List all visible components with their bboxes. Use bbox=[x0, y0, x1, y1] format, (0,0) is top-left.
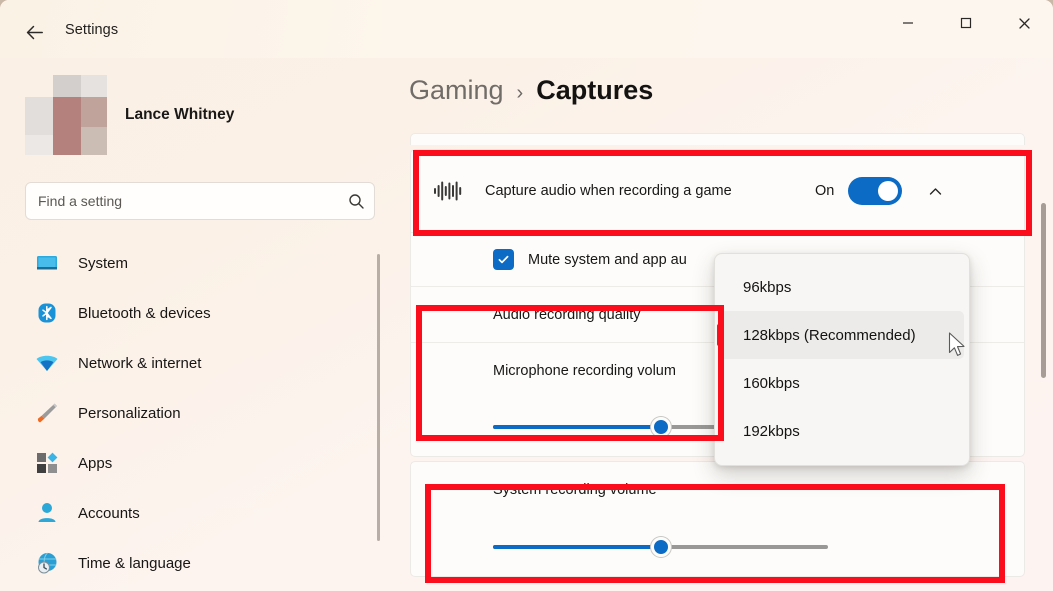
sidebar-item-accounts[interactable]: Accounts bbox=[0, 488, 400, 538]
content-scrollbar[interactable] bbox=[1041, 203, 1046, 378]
maximize-button[interactable] bbox=[937, 0, 995, 46]
window-controls bbox=[879, 0, 1053, 46]
sidebar-item-label: Accounts bbox=[78, 504, 140, 522]
monitor-icon bbox=[34, 250, 60, 276]
sidebar-item-label: Personalization bbox=[78, 404, 181, 422]
apps-grid-icon bbox=[34, 450, 60, 476]
capture-audio-label: Capture audio when recording a game bbox=[485, 182, 732, 199]
breadcrumb-separator-icon: › bbox=[516, 82, 524, 104]
bluetooth-icon bbox=[34, 300, 60, 326]
account-header[interactable]: Lance Whitney bbox=[25, 75, 234, 155]
chevron-up-icon[interactable] bbox=[924, 180, 946, 202]
sidebar: Lance Whitney System bbox=[0, 58, 400, 591]
dropdown-option-label: 192kbps bbox=[743, 422, 800, 440]
audio-quality-dropdown: 96kbps 128kbps (Recommended) 160kbps 192… bbox=[714, 253, 970, 466]
dropdown-option-label: 128kbps (Recommended) bbox=[743, 326, 916, 344]
sidebar-item-personalization[interactable]: Personalization bbox=[0, 388, 400, 438]
system-volume-label: System recording volume bbox=[493, 482, 657, 498]
slider-thumb[interactable] bbox=[650, 537, 671, 557]
system-volume-card: System recording volume bbox=[410, 461, 1025, 577]
checkmark-icon bbox=[498, 255, 509, 264]
capture-audio-toggle[interactable] bbox=[848, 177, 903, 205]
dropdown-option-label: 96kbps bbox=[743, 278, 792, 296]
audio-quality-label: Audio recording quality bbox=[493, 306, 641, 323]
breadcrumb: Gaming › Captures bbox=[409, 75, 653, 106]
sidebar-item-label: System bbox=[78, 254, 129, 272]
system-volume-slider-row bbox=[411, 518, 1024, 576]
search-box[interactable] bbox=[25, 182, 375, 220]
person-icon bbox=[34, 500, 60, 526]
avatar bbox=[25, 75, 107, 155]
search-input[interactable] bbox=[26, 193, 338, 209]
sidebar-nav: System Bluetooth & devices Network & int… bbox=[0, 238, 400, 591]
account-name: Lance Whitney bbox=[125, 106, 235, 123]
dropdown-option[interactable]: 96kbps bbox=[720, 263, 964, 311]
dropdown-option[interactable]: 192kbps bbox=[720, 407, 964, 455]
sidebar-item-label: Apps bbox=[78, 454, 113, 472]
breadcrumb-parent[interactable]: Gaming bbox=[409, 75, 504, 106]
system-volume-row: System recording volume bbox=[411, 462, 1024, 518]
mute-system-label: Mute system and app au bbox=[528, 251, 687, 268]
sidebar-item-label: Time & language bbox=[78, 554, 191, 572]
window-title: Settings bbox=[65, 22, 119, 38]
sidebar-item-label: Network & internet bbox=[78, 354, 202, 372]
system-volume-slider[interactable] bbox=[493, 537, 828, 557]
sidebar-item-label: Bluetooth & devices bbox=[78, 304, 211, 322]
mute-system-checkbox[interactable] bbox=[493, 249, 514, 270]
audio-waveform-icon bbox=[428, 176, 468, 206]
sidebar-item-bluetooth-devices[interactable]: Bluetooth & devices bbox=[0, 288, 400, 338]
mouse-cursor bbox=[948, 332, 967, 364]
toggle-state-text: On bbox=[815, 183, 835, 199]
sidebar-item-network-internet[interactable]: Network & internet bbox=[0, 338, 400, 388]
dropdown-option-selected[interactable]: 128kbps (Recommended) bbox=[717, 311, 964, 359]
page-title: Captures bbox=[536, 75, 654, 105]
clock-globe-icon bbox=[34, 550, 60, 576]
sidebar-item-time-language[interactable]: Time & language bbox=[0, 538, 400, 588]
search-icon[interactable] bbox=[338, 183, 374, 219]
sidebar-item-system[interactable]: System bbox=[0, 238, 400, 288]
dropdown-option[interactable]: 160kbps bbox=[720, 359, 964, 407]
back-arrow-icon[interactable] bbox=[18, 17, 50, 47]
card-above-peek bbox=[410, 133, 1025, 145]
minimize-button[interactable] bbox=[879, 0, 937, 46]
capture-audio-row[interactable]: Capture audio when recording a game On bbox=[411, 150, 1024, 232]
paintbrush-icon bbox=[34, 400, 60, 426]
sidebar-scrollbar[interactable] bbox=[377, 254, 380, 541]
slider-fill bbox=[493, 425, 661, 429]
slider-thumb[interactable] bbox=[650, 417, 671, 437]
sidebar-item-apps[interactable]: Apps bbox=[0, 438, 400, 488]
toggle-knob bbox=[878, 181, 899, 201]
title-bar: Settings bbox=[0, 0, 1053, 58]
mic-volume-label: Microphone recording volum bbox=[493, 362, 676, 379]
close-button[interactable] bbox=[995, 0, 1053, 46]
wifi-icon bbox=[34, 350, 60, 376]
settings-window: Settings Lance Whitney Find a setting Sy… bbox=[0, 0, 1053, 591]
slider-fill bbox=[493, 545, 661, 549]
dropdown-option-label: 160kbps bbox=[743, 374, 800, 392]
